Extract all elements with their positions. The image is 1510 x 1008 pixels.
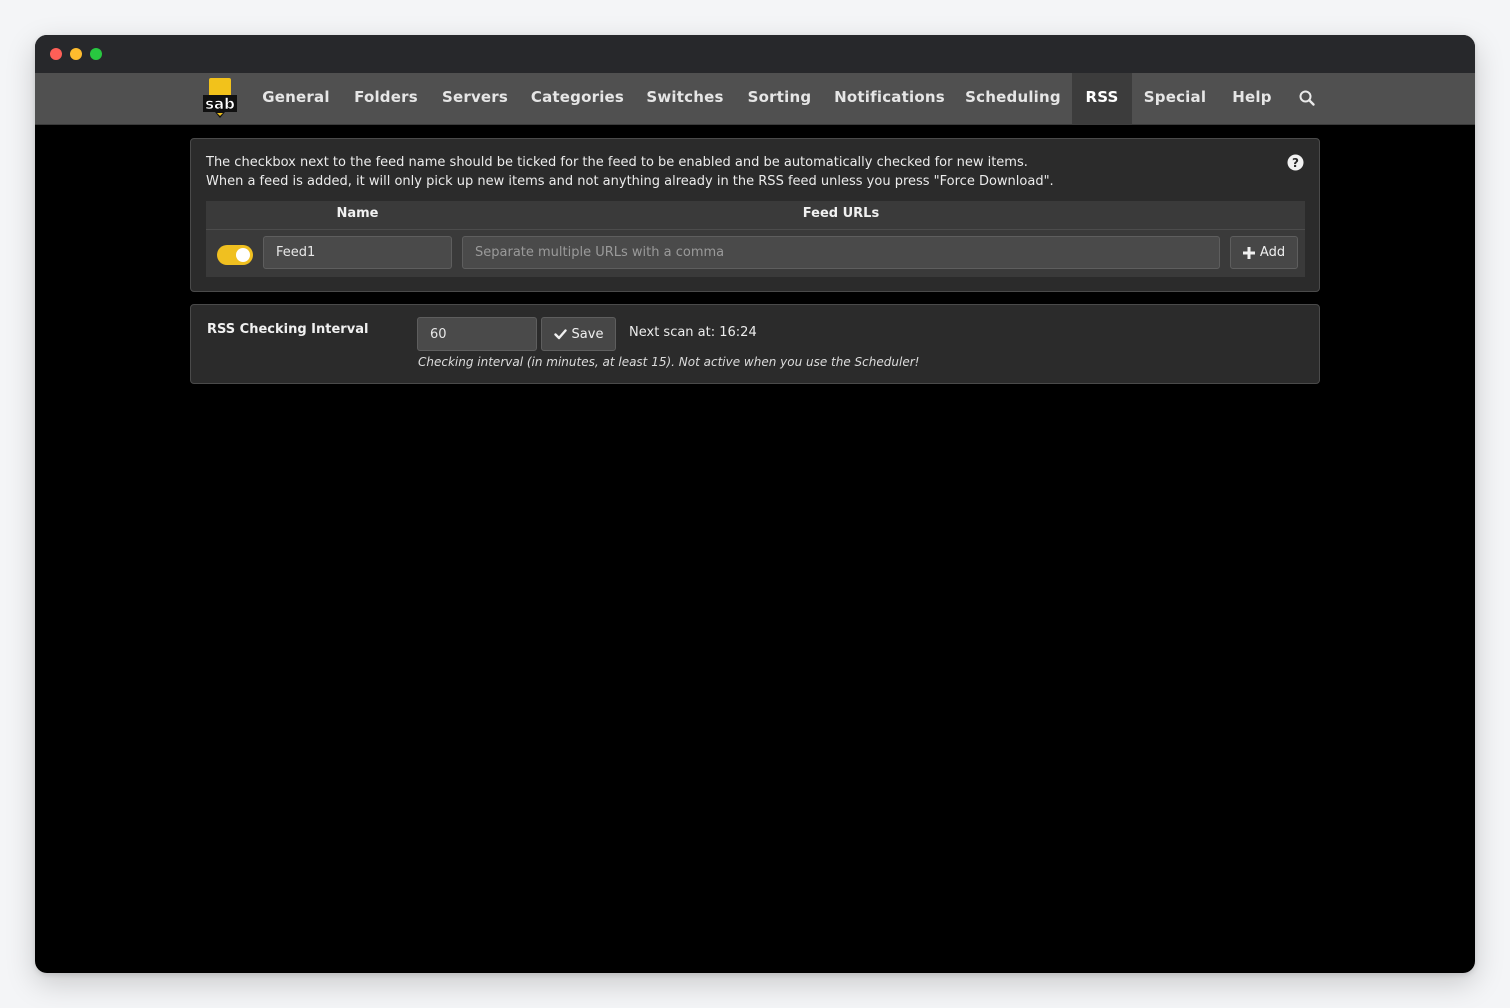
nav-help[interactable]: Help <box>1218 73 1286 125</box>
column-header-feed-urls: Feed URLs <box>802 206 880 221</box>
rss-info-line-1: The checkbox next to the feed name shoul… <box>206 155 1028 170</box>
interval-input[interactable] <box>417 317 537 351</box>
nav-folders[interactable]: Folders <box>342 73 430 125</box>
interval-label: RSS Checking Interval <box>207 322 369 337</box>
save-interval-button[interactable]: Save <box>541 317 616 351</box>
nav-general[interactable]: General <box>250 73 342 125</box>
close-window-button[interactable] <box>50 48 62 60</box>
add-feed-label: Add <box>1259 245 1286 260</box>
table-divider <box>206 229 1305 230</box>
column-header-name: Name <box>336 206 379 221</box>
nav-special[interactable]: Special <box>1132 73 1218 125</box>
rss-feeds-panel: The checkbox next to the feed name shoul… <box>190 138 1320 292</box>
feed-name-input[interactable] <box>263 236 452 269</box>
next-scan-text: Next scan at: 16:24 <box>629 325 757 340</box>
toggle-knob <box>236 248 250 262</box>
search-icon[interactable] <box>1298 89 1316 107</box>
rss-interval-panel: RSS Checking Interval Save Next scan at:… <box>190 304 1320 384</box>
nav-notifications[interactable]: Notifications <box>824 73 955 125</box>
nav-switches[interactable]: Switches <box>635 73 735 125</box>
rss-info-text: The checkbox next to the feed name shoul… <box>206 153 1054 191</box>
nav-servers[interactable]: Servers <box>430 73 520 125</box>
feed-table: Name Feed URLs Add <box>206 201 1305 277</box>
nav-rss[interactable]: RSS <box>1072 73 1132 125</box>
feed-url-input[interactable] <box>462 236 1220 269</box>
plus-icon <box>1242 246 1255 259</box>
minimize-window-button[interactable] <box>70 48 82 60</box>
title-bar <box>35 35 1475 73</box>
top-navbar: sab General Folders Servers Categories S… <box>35 73 1475 125</box>
svg-text:?: ? <box>1292 156 1299 170</box>
app-window: sab General Folders Servers Categories S… <box>35 35 1475 973</box>
nav-sorting[interactable]: Sorting <box>735 73 824 125</box>
rss-info-line-2: When a feed is added, it will only pick … <box>206 174 1054 189</box>
zoom-window-button[interactable] <box>90 48 102 60</box>
nav-categories[interactable]: Categories <box>520 73 635 125</box>
question-circle-icon[interactable]: ? <box>1287 154 1304 171</box>
sabnzbd-logo[interactable]: sab <box>200 77 240 119</box>
checkmark-icon <box>553 328 567 339</box>
nav-scheduling[interactable]: Scheduling <box>955 73 1071 125</box>
feed-enabled-toggle[interactable] <box>217 245 253 265</box>
add-feed-button[interactable]: Add <box>1230 236 1298 269</box>
interval-hint: Checking interval (in minutes, at least … <box>418 355 920 369</box>
logo-text: sab <box>205 95 235 113</box>
save-label: Save <box>571 326 604 342</box>
